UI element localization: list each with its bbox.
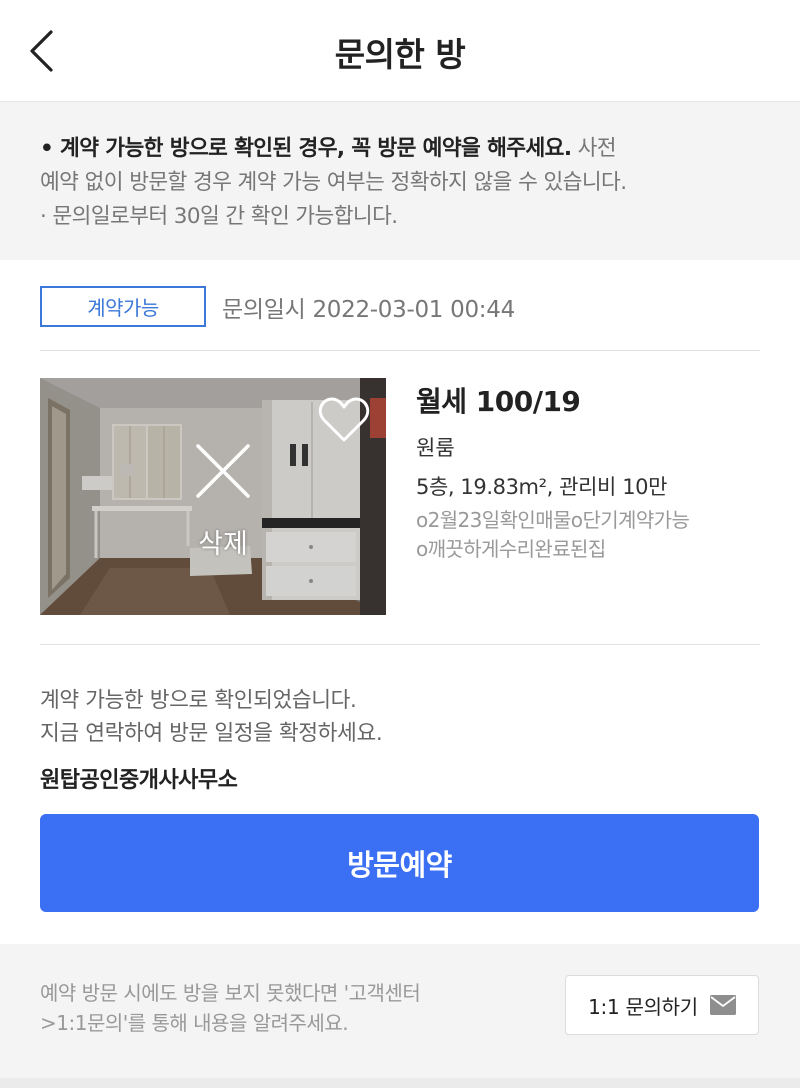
room-photo[interactable]: 삭제	[40, 378, 386, 615]
page-title: 문의한 방	[334, 35, 466, 74]
notice-line-1-rest: 사전	[571, 136, 617, 161]
divider	[40, 644, 760, 645]
room-price: 월세 100/19	[416, 385, 581, 418]
room-spec: 5층, 19.83m², 관리비 10만	[416, 475, 668, 499]
notice-line-3: · 문의일로부터 30일 간 확인 가능합니다.	[40, 204, 398, 229]
footer-line-2: >1:1문의'를 통해 내용을 알려주세요.	[40, 1011, 349, 1035]
header: 문의한 방	[0, 0, 800, 102]
delete-label: 삭제	[198, 529, 248, 560]
favorite-button[interactable]	[318, 396, 370, 444]
room-desc-line-2: o깨끗하게수리완료된집	[416, 537, 606, 561]
notice-line-2: 예약 없이 방문할 경우 계약 가능 여부는 정확하지 않을 수 있습니다.	[40, 170, 627, 195]
notice-emphasis: • 계약 가능한 방으로 확인된 경우, 꼭 방문 예약을 해주세요.	[40, 136, 572, 161]
status-row: 계약가능 문의일시 2022-03-01 00:44	[40, 286, 760, 328]
one-to-one-inquiry-button[interactable]: 1:1 문의하기	[565, 975, 759, 1035]
inquiry-date: 문의일시 2022-03-01 00:44	[222, 297, 515, 323]
agency-name: 원탑공인중개사사무소	[40, 768, 238, 793]
notice-box: • 계약 가능한 방으로 확인된 경우, 꼭 방문 예약을 해주세요. 사전 예…	[0, 102, 800, 260]
visit-reservation-button[interactable]: 방문예약	[40, 814, 759, 912]
footer-help-text: 예약 방문 시에도 방을 보지 못했다면 '고객센터 >1:1문의'를 통해 내…	[40, 978, 421, 1038]
footer-bottom-bar	[0, 1078, 800, 1088]
footer: 예약 방문 시에도 방을 보지 못했다면 '고객센터 >1:1문의'를 통해 내…	[0, 944, 800, 1088]
confirm-line-1: 계약 가능한 방으로 확인되었습니다.	[40, 688, 357, 713]
status-badge: 계약가능	[40, 286, 206, 327]
room-info[interactable]: 월세 100/19 원룸 5층, 19.83m², 관리비 10만 o2월23일…	[416, 380, 766, 564]
footer-line-1: 예약 방문 시에도 방을 보지 못했다면 '고객센터	[40, 981, 421, 1005]
mail-icon	[709, 995, 736, 1015]
divider	[40, 350, 760, 351]
delete-button[interactable]: 삭제	[178, 436, 268, 564]
close-icon	[196, 444, 250, 498]
room-type: 원룸	[416, 436, 455, 460]
confirm-message: 계약 가능한 방으로 확인되었습니다. 지금 연락하여 방문 일정을 확정하세요…	[40, 684, 383, 750]
heart-icon	[318, 397, 370, 442]
inquiry-button-label: 1:1 문의하기	[588, 994, 698, 1019]
notice-line-1: • 계약 가능한 방으로 확인된 경우, 꼭 방문 예약을 해주세요. 사전	[40, 132, 760, 166]
room-desc-line-1: o2월23일확인매물o단기계약가능	[416, 508, 690, 532]
confirm-line-2: 지금 연락하여 방문 일정을 확정하세요.	[40, 721, 383, 746]
room-description: o2월23일확인매물o단기계약가능 o깨끗하게수리완료된집	[416, 506, 766, 564]
